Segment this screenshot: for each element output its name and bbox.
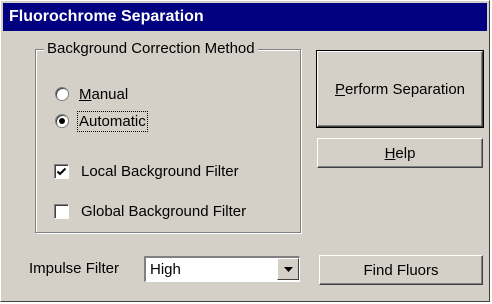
radio-automatic[interactable]: Automatic: [55, 110, 148, 132]
help-label: Help: [384, 144, 416, 162]
local-background-label: Local Background Filter: [81, 162, 239, 180]
global-background-label: Global Background Filter: [81, 202, 247, 220]
radio-automatic-label: Automatic: [77, 110, 148, 132]
find-fluors-button[interactable]: Find Fluors: [319, 255, 483, 285]
impulse-filter-value: High: [150, 261, 181, 278]
local-background-checkbox[interactable]: [54, 163, 69, 179]
impulse-filter-dropdown-button[interactable]: [277, 258, 299, 280]
find-fluors-label: Find Fluors: [363, 261, 439, 279]
radio-manual-circle[interactable]: [55, 87, 69, 101]
check-icon: [56, 167, 67, 175]
global-background-checkbox[interactable]: [54, 203, 69, 219]
global-background-filter[interactable]: Global Background Filter: [54, 201, 246, 221]
radio-automatic-circle[interactable]: [55, 114, 69, 128]
fluorochrome-dialog: Fluorochrome Separation Background Corre…: [0, 0, 490, 302]
impulse-filter-select[interactable]: High: [144, 256, 300, 282]
radio-manual-label: Manual: [79, 85, 129, 103]
perform-separation-button[interactable]: Perform Separation: [316, 50, 484, 128]
group-legend: Background Correction Method: [44, 40, 258, 58]
local-background-filter[interactable]: Local Background Filter: [54, 161, 239, 181]
perform-separation-label: Perform Separation: [334, 80, 466, 98]
window-title: Fluorochrome Separation: [3, 3, 487, 31]
help-button[interactable]: Help: [317, 138, 483, 168]
radio-manual[interactable]: Manual: [55, 84, 128, 104]
impulse-filter-label: Impulse Filter: [29, 260, 120, 277]
chevron-down-icon: [283, 266, 293, 272]
